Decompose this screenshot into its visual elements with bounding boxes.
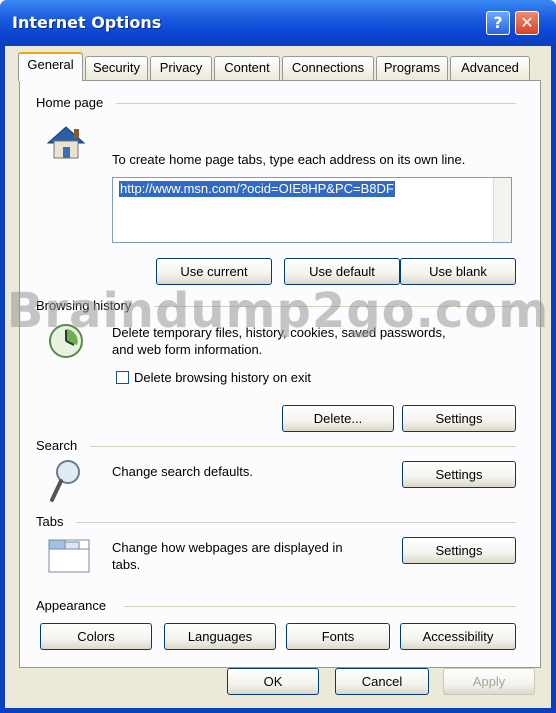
apply-button[interactable]: Apply	[443, 668, 535, 695]
use-default-button[interactable]: Use default	[284, 258, 400, 285]
tabs-settings-button[interactable]: Settings	[402, 537, 516, 564]
browsing-history-description-line1: Delete temporary files, history, cookies…	[112, 325, 446, 340]
tabs-window-icon	[48, 539, 90, 573]
appearance-divider	[124, 606, 516, 607]
search-divider	[90, 446, 516, 447]
delete-history-on-exit-checkbox[interactable]	[116, 371, 129, 384]
home-page-url-value: http://www.msn.com/?ocid=OIE8HP&PC=B8DF	[119, 181, 395, 197]
close-button[interactable]: ✕	[515, 11, 539, 35]
cancel-button[interactable]: Cancel	[335, 668, 429, 695]
search-settings-button[interactable]: Settings	[402, 461, 516, 488]
use-blank-button[interactable]: Use blank	[400, 258, 516, 285]
appearance-group-label: Appearance	[36, 598, 107, 613]
fonts-button[interactable]: Fonts	[286, 623, 390, 650]
languages-button[interactable]: Languages	[164, 623, 276, 650]
accessibility-button[interactable]: Accessibility	[400, 623, 516, 650]
title-bar[interactable]: Internet Options ? ✕	[0, 0, 556, 46]
delete-button[interactable]: Delete...	[282, 405, 394, 432]
ok-button[interactable]: OK	[227, 668, 319, 695]
tabs-description-line1: Change how webpages are displayed in	[112, 540, 343, 555]
tab-content[interactable]: Content	[214, 56, 280, 80]
home-page-group-label: Home page	[36, 95, 104, 110]
delete-history-on-exit-label: Delete browsing history on exit	[134, 370, 312, 385]
search-description: Change search defaults.	[112, 464, 253, 479]
dialog-client-area: General Security Privacy Content Connect…	[5, 46, 551, 708]
tabs-group-label: Tabs	[36, 514, 64, 529]
home-page-divider	[116, 103, 516, 104]
tab-security[interactable]: Security	[85, 56, 148, 80]
window-title: Internet Options	[12, 13, 162, 32]
tab-advanced[interactable]: Advanced	[450, 56, 530, 80]
internet-options-window: Internet Options ? ✕ General Security Pr…	[0, 0, 556, 713]
tab-programs[interactable]: Programs	[376, 56, 448, 80]
tabs-divider	[76, 522, 516, 523]
browsing-history-divider	[154, 306, 516, 307]
tabs-description-line2: tabs.	[112, 557, 141, 572]
history-settings-button[interactable]: Settings	[402, 405, 516, 432]
url-field-scrollbar[interactable]	[493, 178, 511, 242]
search-group-label: Search	[36, 438, 78, 453]
clock-icon	[49, 324, 83, 358]
use-current-button[interactable]: Use current	[156, 258, 272, 285]
magnifier-icon	[50, 460, 80, 502]
home-page-url-field[interactable]: http://www.msn.com/?ocid=OIE8HP&PC=B8DF	[112, 177, 512, 243]
house-icon	[46, 126, 86, 159]
browsing-history-description-line2: and web form information.	[112, 342, 263, 357]
home-page-instruction: To create home page tabs, type each addr…	[112, 152, 466, 167]
tab-general[interactable]: General	[18, 52, 83, 81]
close-icon: ✕	[520, 13, 534, 32]
tab-connections[interactable]: Connections	[282, 56, 374, 80]
help-button[interactable]: ?	[486, 11, 510, 35]
browsing-history-group-label: Browsing history	[36, 298, 132, 313]
tab-privacy[interactable]: Privacy	[150, 56, 212, 80]
help-icon: ?	[493, 13, 503, 32]
colors-button[interactable]: Colors	[40, 623, 152, 650]
general-tab-panel: Home page To create home page tabs, type…	[19, 80, 541, 668]
